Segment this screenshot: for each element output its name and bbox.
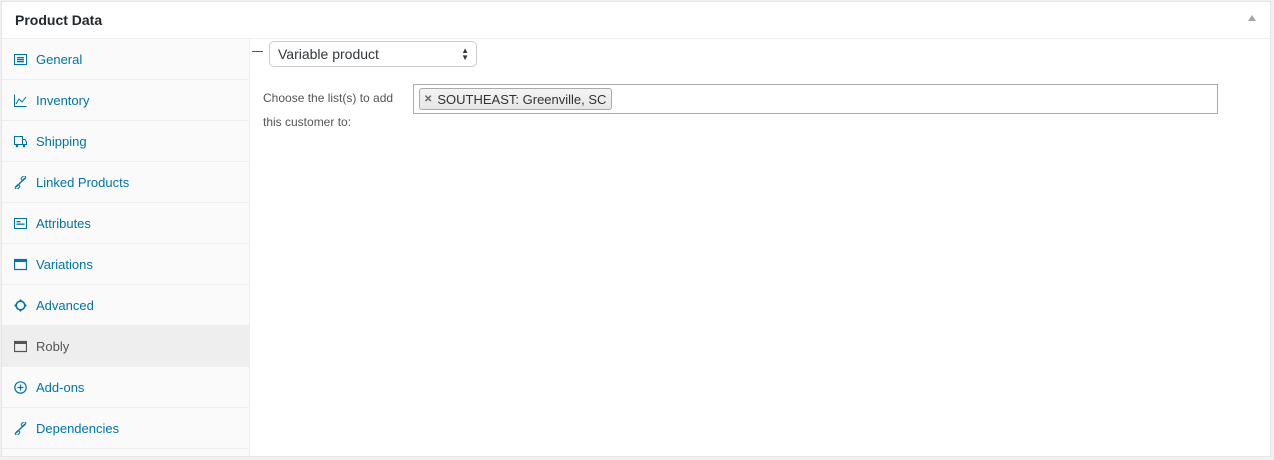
- tab-label: Variations: [36, 256, 93, 272]
- panel-body: General Inventory Shipping Linked Produc…: [2, 39, 1270, 456]
- general-icon: [13, 52, 27, 66]
- link-icon: [13, 421, 27, 435]
- panel-header[interactable]: Product Data: [2, 2, 1270, 39]
- tab-dependencies[interactable]: Dependencies: [2, 408, 249, 449]
- tab-robly[interactable]: Robly: [2, 326, 249, 367]
- tab-general[interactable]: General: [2, 39, 249, 80]
- tab-label: Linked Products: [36, 174, 130, 190]
- tab-linked-products[interactable]: Linked Products: [2, 162, 249, 203]
- select-arrows-icon: ▲ ▼: [461, 46, 469, 62]
- tab-add-ons[interactable]: Add-ons: [2, 367, 249, 408]
- product-type-value: Variable product: [278, 46, 379, 62]
- product-data-panel: Product Data General Inventory Shipping …: [1, 1, 1271, 457]
- tab-advanced[interactable]: Advanced: [2, 285, 249, 326]
- selected-list-chip[interactable]: ✕ SOUTHEAST: Greenville, SC: [419, 88, 613, 110]
- remove-choice-icon[interactable]: ✕: [424, 94, 432, 105]
- product-type-select[interactable]: Variable product ▲ ▼: [269, 41, 477, 67]
- selected-list-label: SOUTHEAST: Greenville, SC: [437, 91, 607, 107]
- tab-label: Robly: [36, 338, 70, 354]
- inventory-icon: [13, 93, 27, 107]
- collapse-toggle-icon[interactable]: [1248, 15, 1256, 21]
- tab-label: Add-ons: [36, 379, 85, 395]
- product-data-tabs: General Inventory Shipping Linked Produc…: [2, 39, 250, 456]
- tab-label: General: [36, 51, 83, 67]
- tab-attributes[interactable]: Attributes: [2, 203, 249, 244]
- tab-shipping[interactable]: Shipping: [2, 121, 249, 162]
- window-icon: [13, 339, 27, 353]
- tab-label: Shipping: [36, 133, 87, 149]
- shipping-icon: [13, 134, 27, 148]
- tab-label: Attributes: [36, 215, 91, 231]
- tab-label: Advanced: [36, 297, 94, 313]
- tab-label: Inventory: [36, 92, 90, 108]
- tab-variations[interactable]: Variations: [2, 244, 249, 285]
- separator-dash: [252, 51, 263, 52]
- plus-circle-icon: [13, 380, 27, 394]
- lists-label: Choose the list(s) to add this customer …: [263, 91, 394, 129]
- link-icon: [13, 175, 27, 189]
- panel-title: Product Data: [15, 12, 103, 28]
- lists-multiselect[interactable]: ✕ SOUTHEAST: Greenville, SC: [413, 84, 1218, 114]
- attributes-icon: [13, 216, 27, 230]
- robly-options-panel: Variable product ▲ ▼ Choose the list(s) t…: [250, 39, 1270, 456]
- tab-inventory[interactable]: Inventory: [2, 80, 249, 121]
- tab-label: Dependencies: [36, 420, 120, 436]
- variations-icon: [13, 257, 27, 271]
- gear-icon: [13, 298, 27, 312]
